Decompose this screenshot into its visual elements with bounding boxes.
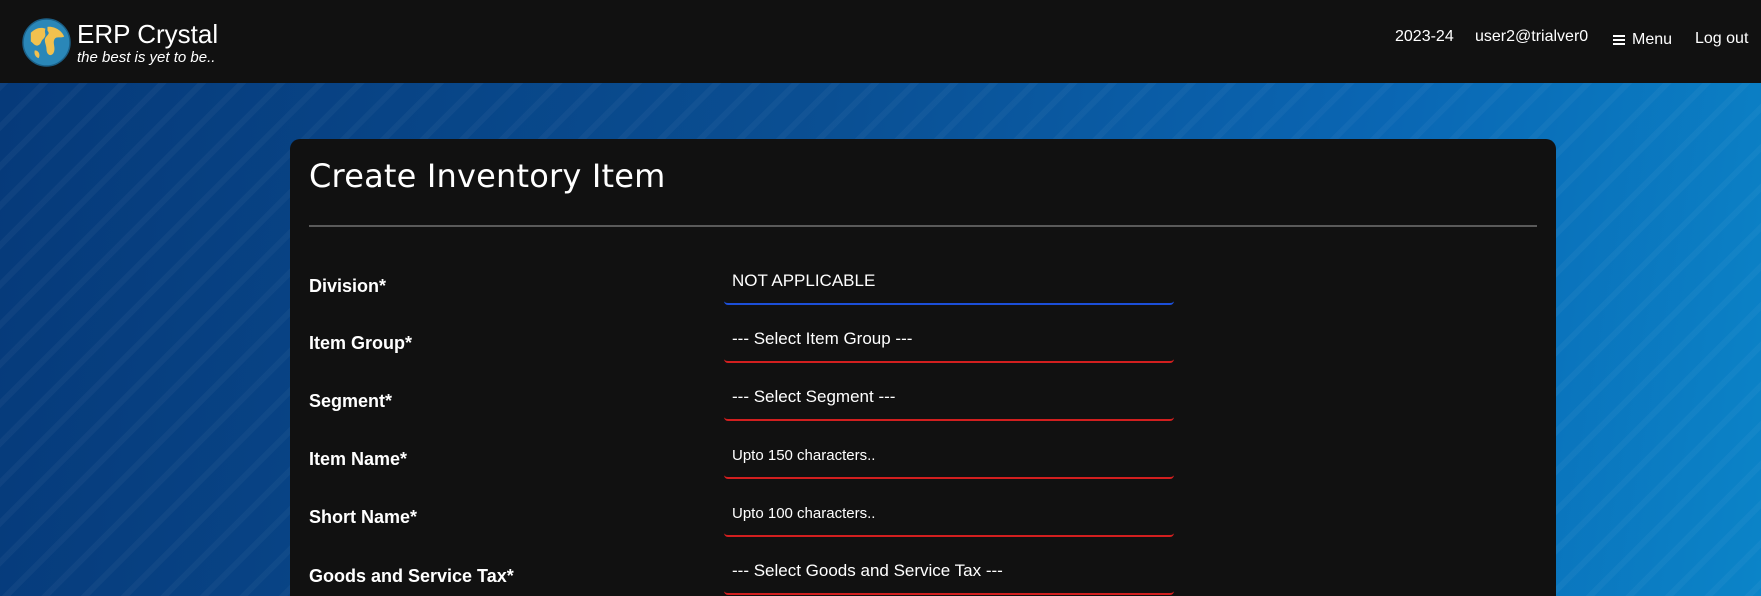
hamburger-icon <box>1613 33 1625 47</box>
item-name-input[interactable]: Upto 150 characters.. <box>724 433 1174 479</box>
gst-label: Goods and Service Tax* <box>309 566 514 586</box>
page-title: Create Inventory Item <box>309 157 666 195</box>
gst-select[interactable]: --- Select Goods and Service Tax --- <box>724 549 1174 595</box>
logout-link[interactable]: Log out <box>1695 30 1748 48</box>
item-name-placeholder: Upto 150 characters.. <box>732 446 876 464</box>
menu-button[interactable]: Menu <box>1613 31 1672 49</box>
item-name-label: Item Name* <box>309 449 408 469</box>
top-navbar: ERP Crystal the best is yet to be.. 2023… <box>0 0 1761 83</box>
short-name-input[interactable]: Upto 100 characters.. <box>724 491 1174 537</box>
item-group-select[interactable]: --- Select Item Group --- <box>724 317 1174 363</box>
item-group-value: --- Select Item Group --- <box>732 329 913 348</box>
brand-name[interactable]: ERP Crystal <box>77 19 218 49</box>
fiscal-year[interactable]: 2023-24 <box>1395 28 1454 46</box>
segment-select[interactable]: --- Select Segment --- <box>724 375 1174 421</box>
gst-value: --- Select Goods and Service Tax --- <box>732 561 1003 580</box>
menu-label: Menu <box>1632 31 1673 48</box>
division-select[interactable]: NOT APPLICABLE <box>724 259 1174 305</box>
item-group-label: Item Group* <box>309 333 413 353</box>
brand-tagline: the best is yet to be.. <box>77 49 216 66</box>
segment-value: --- Select Segment --- <box>732 387 896 406</box>
globe-logo-icon[interactable] <box>22 18 71 67</box>
division-label: Division* <box>309 276 387 296</box>
user-name[interactable]: user2@trialver0 <box>1475 28 1588 46</box>
create-item-form-card: Create Inventory Item Division* NOT APPL… <box>290 139 1556 596</box>
short-name-label: Short Name* <box>309 507 418 527</box>
title-divider <box>309 225 1537 227</box>
segment-label: Segment* <box>309 391 393 411</box>
short-name-placeholder: Upto 100 characters.. <box>732 504 876 522</box>
division-value: NOT APPLICABLE <box>732 271 876 290</box>
